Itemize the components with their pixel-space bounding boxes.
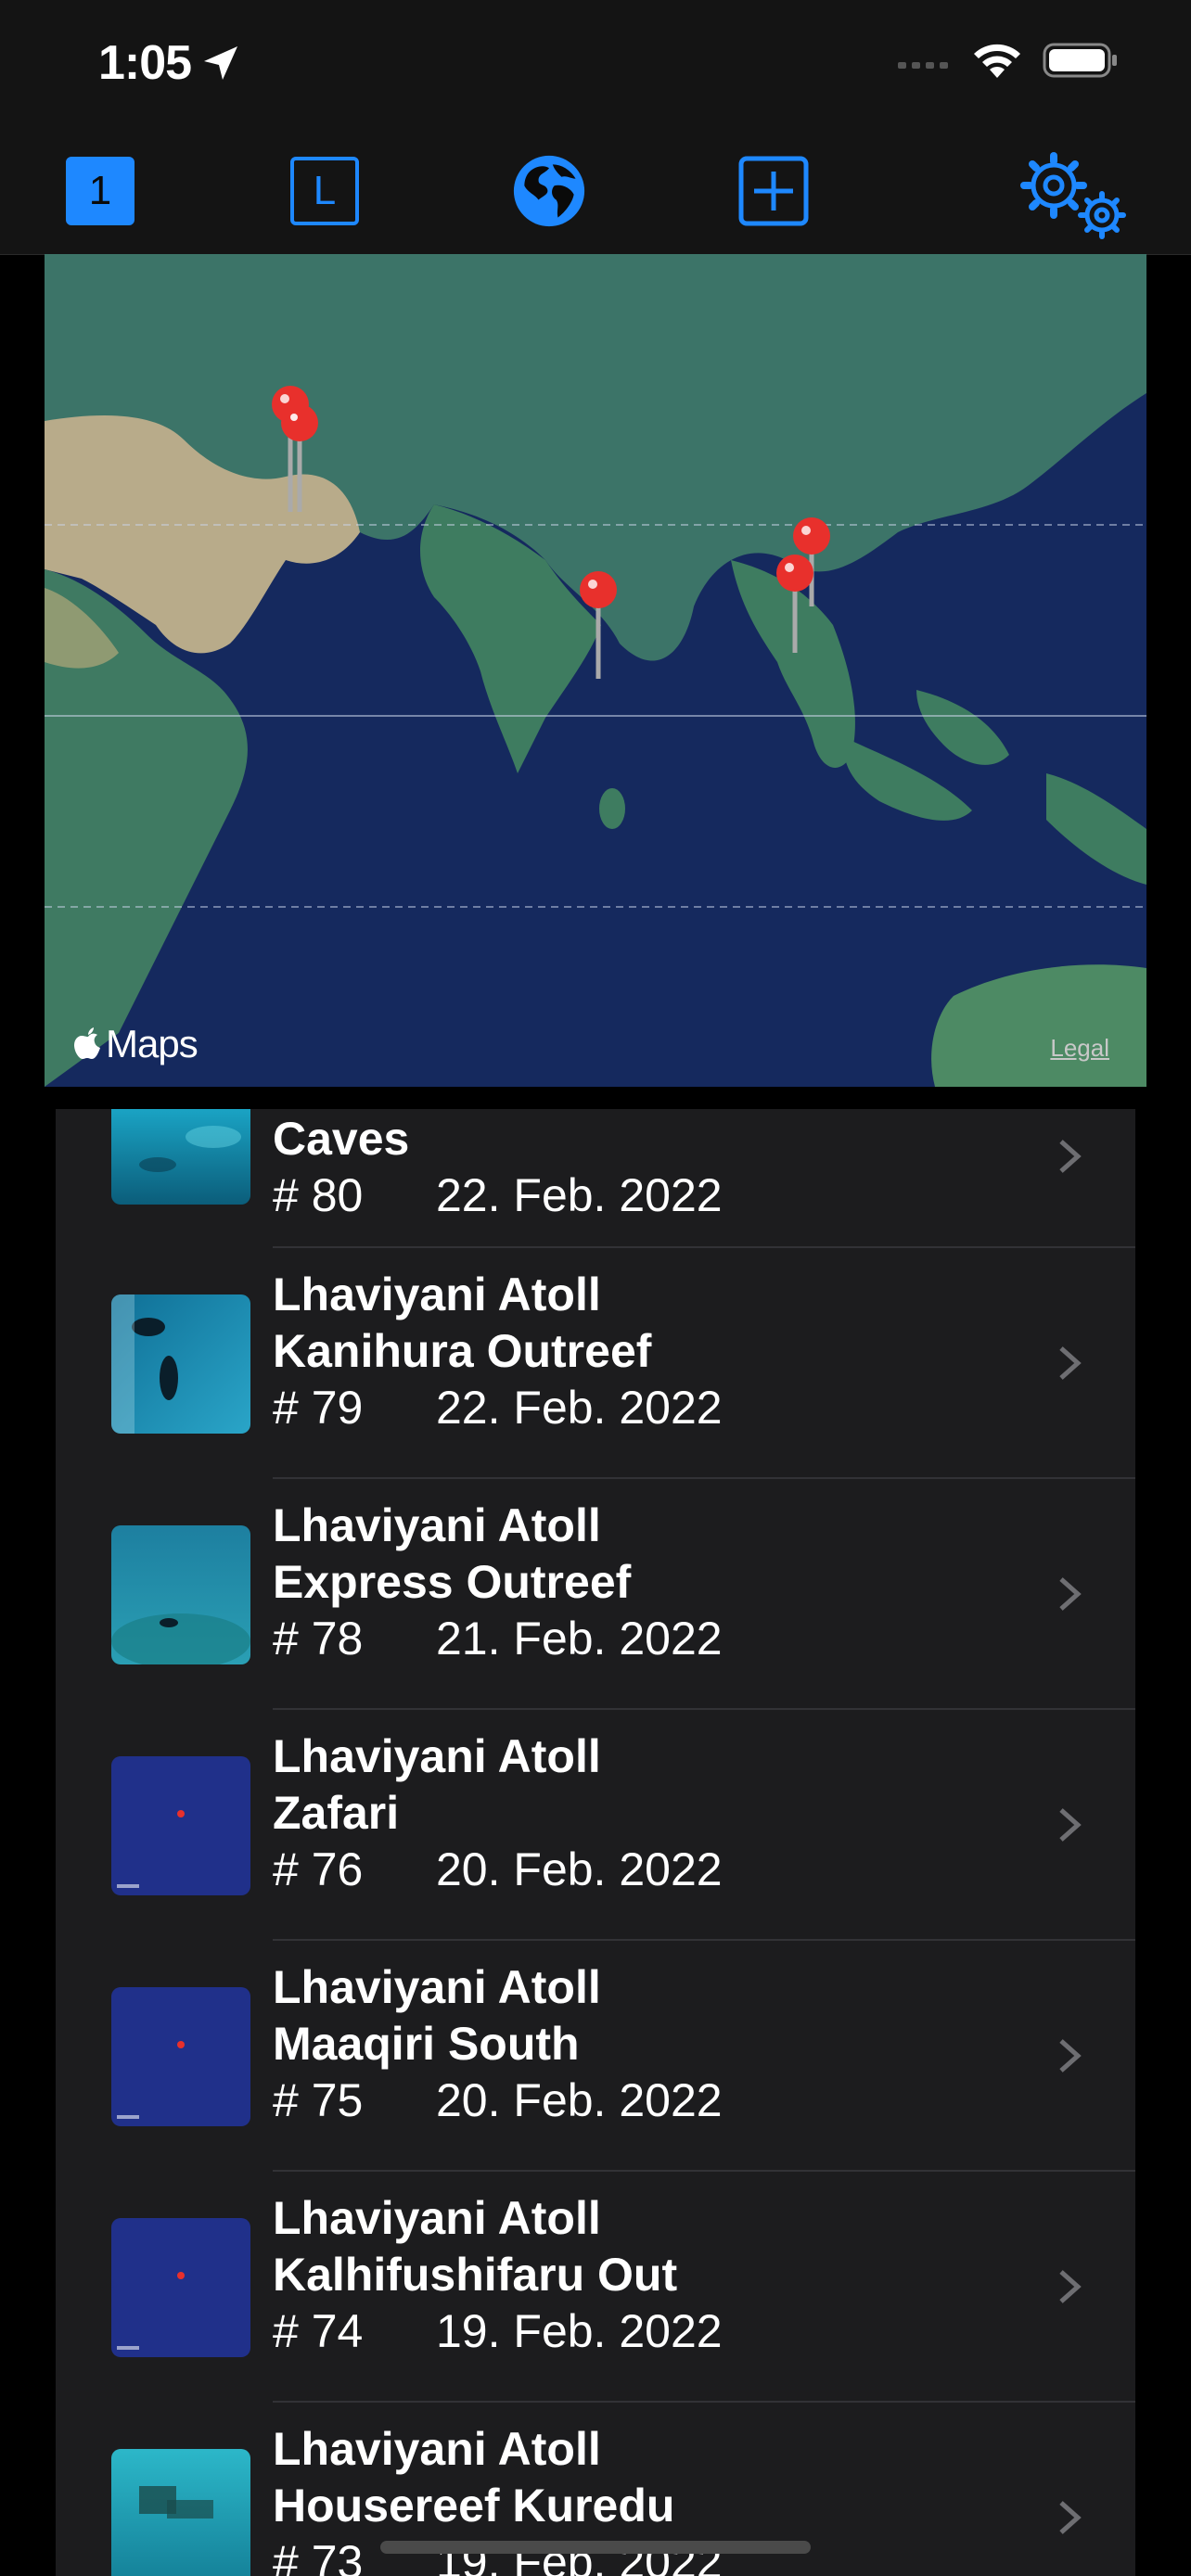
chevron-right-icon	[1059, 1346, 1082, 1380]
logbook-button[interactable]: L	[288, 154, 362, 228]
dive-list: Caves # 80 22. Feb. 2022 Lhaviyani Atoll …	[56, 1109, 1135, 2576]
map-pin-icon[interactable]	[276, 402, 323, 514]
dive-list-item[interactable]: Lhaviyani Atoll Kanihura Outreef # 79 22.…	[56, 1248, 1135, 1479]
dive-meta: # 74 19. Feb. 2022	[273, 2303, 723, 2360]
location-arrow-icon	[204, 46, 238, 80]
dive-site-name: Lhaviyani Atoll	[273, 2192, 601, 2244]
status-time: 1:05	[98, 36, 192, 90]
one-label: 1	[66, 157, 134, 225]
globe-icon	[513, 155, 585, 227]
dive-list-item[interactable]: Lhaviyani Atoll Zafari # 76 20. Feb. 2022	[56, 1710, 1135, 1941]
dive-list-item[interactable]: Lhaviyani Atoll Maaqiri South # 75 20. Fe…	[56, 1941, 1135, 2172]
legal-link[interactable]: Legal	[1050, 1034, 1109, 1063]
dive-list-item[interactable]: Lhaviyani Atoll Express Outreef # 78 21. …	[56, 1479, 1135, 1710]
maps-attribution: Maps	[72, 1022, 198, 1066]
settings-button[interactable]	[1018, 150, 1133, 243]
dive-date: 20. Feb. 2022	[436, 2074, 723, 2126]
toolbar: 1 L	[0, 130, 1191, 255]
status-icons	[896, 41, 1119, 80]
globe-map-button[interactable]	[512, 154, 586, 228]
dive-meta: # 79 22. Feb. 2022	[273, 1380, 723, 1436]
home-indicator[interactable]	[380, 2541, 811, 2554]
cellular-signal-icon	[898, 62, 948, 69]
add-dive-button[interactable]	[736, 154, 811, 228]
l-label: L	[290, 157, 359, 225]
dive-meta: # 80 22. Feb. 2022	[273, 1167, 723, 1224]
dive-site-name: Lhaviyani Atoll	[273, 2423, 601, 2475]
apple-logo-icon	[74, 1027, 100, 1059]
dive-site-detail: Maaqiri South	[273, 2018, 580, 2070]
dive-thumbnail	[111, 1294, 250, 1434]
chevron-right-icon	[1059, 2039, 1082, 2072]
dive-site-name: Caves	[273, 1113, 410, 1165]
dive-date: 21. Feb. 2022	[436, 1613, 723, 1664]
dive-thumbnail	[111, 1756, 250, 1895]
dive-site-detail: Kanihura Outreef	[273, 1325, 652, 1377]
dive-list-item[interactable]: Caves # 80 22. Feb. 2022	[56, 1109, 1135, 1248]
plus-square-icon	[738, 156, 809, 226]
dive-number: # 80	[273, 1169, 364, 1221]
dive-map[interactable]: Maps Legal	[45, 254, 1146, 1087]
dive-number: # 78	[273, 1613, 364, 1664]
gear-icon	[1020, 152, 1126, 239]
chevron-right-icon	[1059, 1577, 1082, 1611]
status-bar: 1:05	[0, 0, 1191, 130]
battery-icon	[1043, 43, 1117, 78]
dive-site-name: Lhaviyani Atoll	[273, 1961, 601, 2013]
dive-site-detail: Express Outreef	[273, 1556, 632, 1608]
dive-site-name: Lhaviyani Atoll	[273, 1499, 601, 1551]
screen: 1:05 1 L Maps Legal Caves # 80 22. Feb. …	[0, 0, 1191, 2576]
chevron-right-icon	[1059, 2501, 1082, 2534]
filter-one-button[interactable]: 1	[63, 154, 137, 228]
dive-meta: # 78 21. Feb. 2022	[273, 1611, 723, 1667]
wifi-icon	[974, 44, 1020, 78]
dive-site-name: Lhaviyani Atoll	[273, 1269, 601, 1320]
dive-date: 20. Feb. 2022	[436, 1843, 723, 1895]
dive-meta: # 76 20. Feb. 2022	[273, 1842, 723, 1898]
dive-list-item[interactable]: Lhaviyani Atoll Kalhifushifaru Out # 74 1…	[56, 2172, 1135, 2403]
status-time-group: 1:05	[98, 35, 241, 91]
dive-date: 22. Feb. 2022	[436, 1169, 723, 1221]
dive-meta: # 75 20. Feb. 2022	[273, 2072, 723, 2129]
chevron-right-icon	[1059, 1808, 1082, 1842]
map-pin-icon[interactable]	[772, 553, 818, 655]
dive-thumbnail	[111, 2449, 250, 2576]
dive-site-name: Lhaviyani Atoll	[273, 1730, 601, 1782]
dive-number: # 76	[273, 1843, 364, 1895]
dive-number: # 74	[273, 2305, 364, 2357]
dive-number: # 75	[273, 2074, 364, 2126]
dive-site-detail: Zafari	[273, 1787, 400, 1839]
dive-date: 22. Feb. 2022	[436, 1382, 723, 1434]
dive-thumbnail	[111, 1525, 250, 1664]
dive-thumbnail	[111, 1109, 250, 1205]
dive-date: 19. Feb. 2022	[436, 2305, 723, 2357]
dive-number: # 79	[273, 1382, 364, 1434]
dive-site-detail: Kalhifushifaru Out	[273, 2249, 678, 2301]
chevron-right-icon	[1059, 1140, 1082, 1173]
dive-site-detail: Housereef Kuredu	[273, 2480, 675, 2531]
chevron-right-icon	[1059, 2270, 1082, 2303]
dive-thumbnail	[111, 2218, 250, 2357]
dive-thumbnail	[111, 1987, 250, 2126]
maps-label: Maps	[106, 1022, 198, 1065]
map-pin-icon[interactable]	[575, 569, 621, 681]
